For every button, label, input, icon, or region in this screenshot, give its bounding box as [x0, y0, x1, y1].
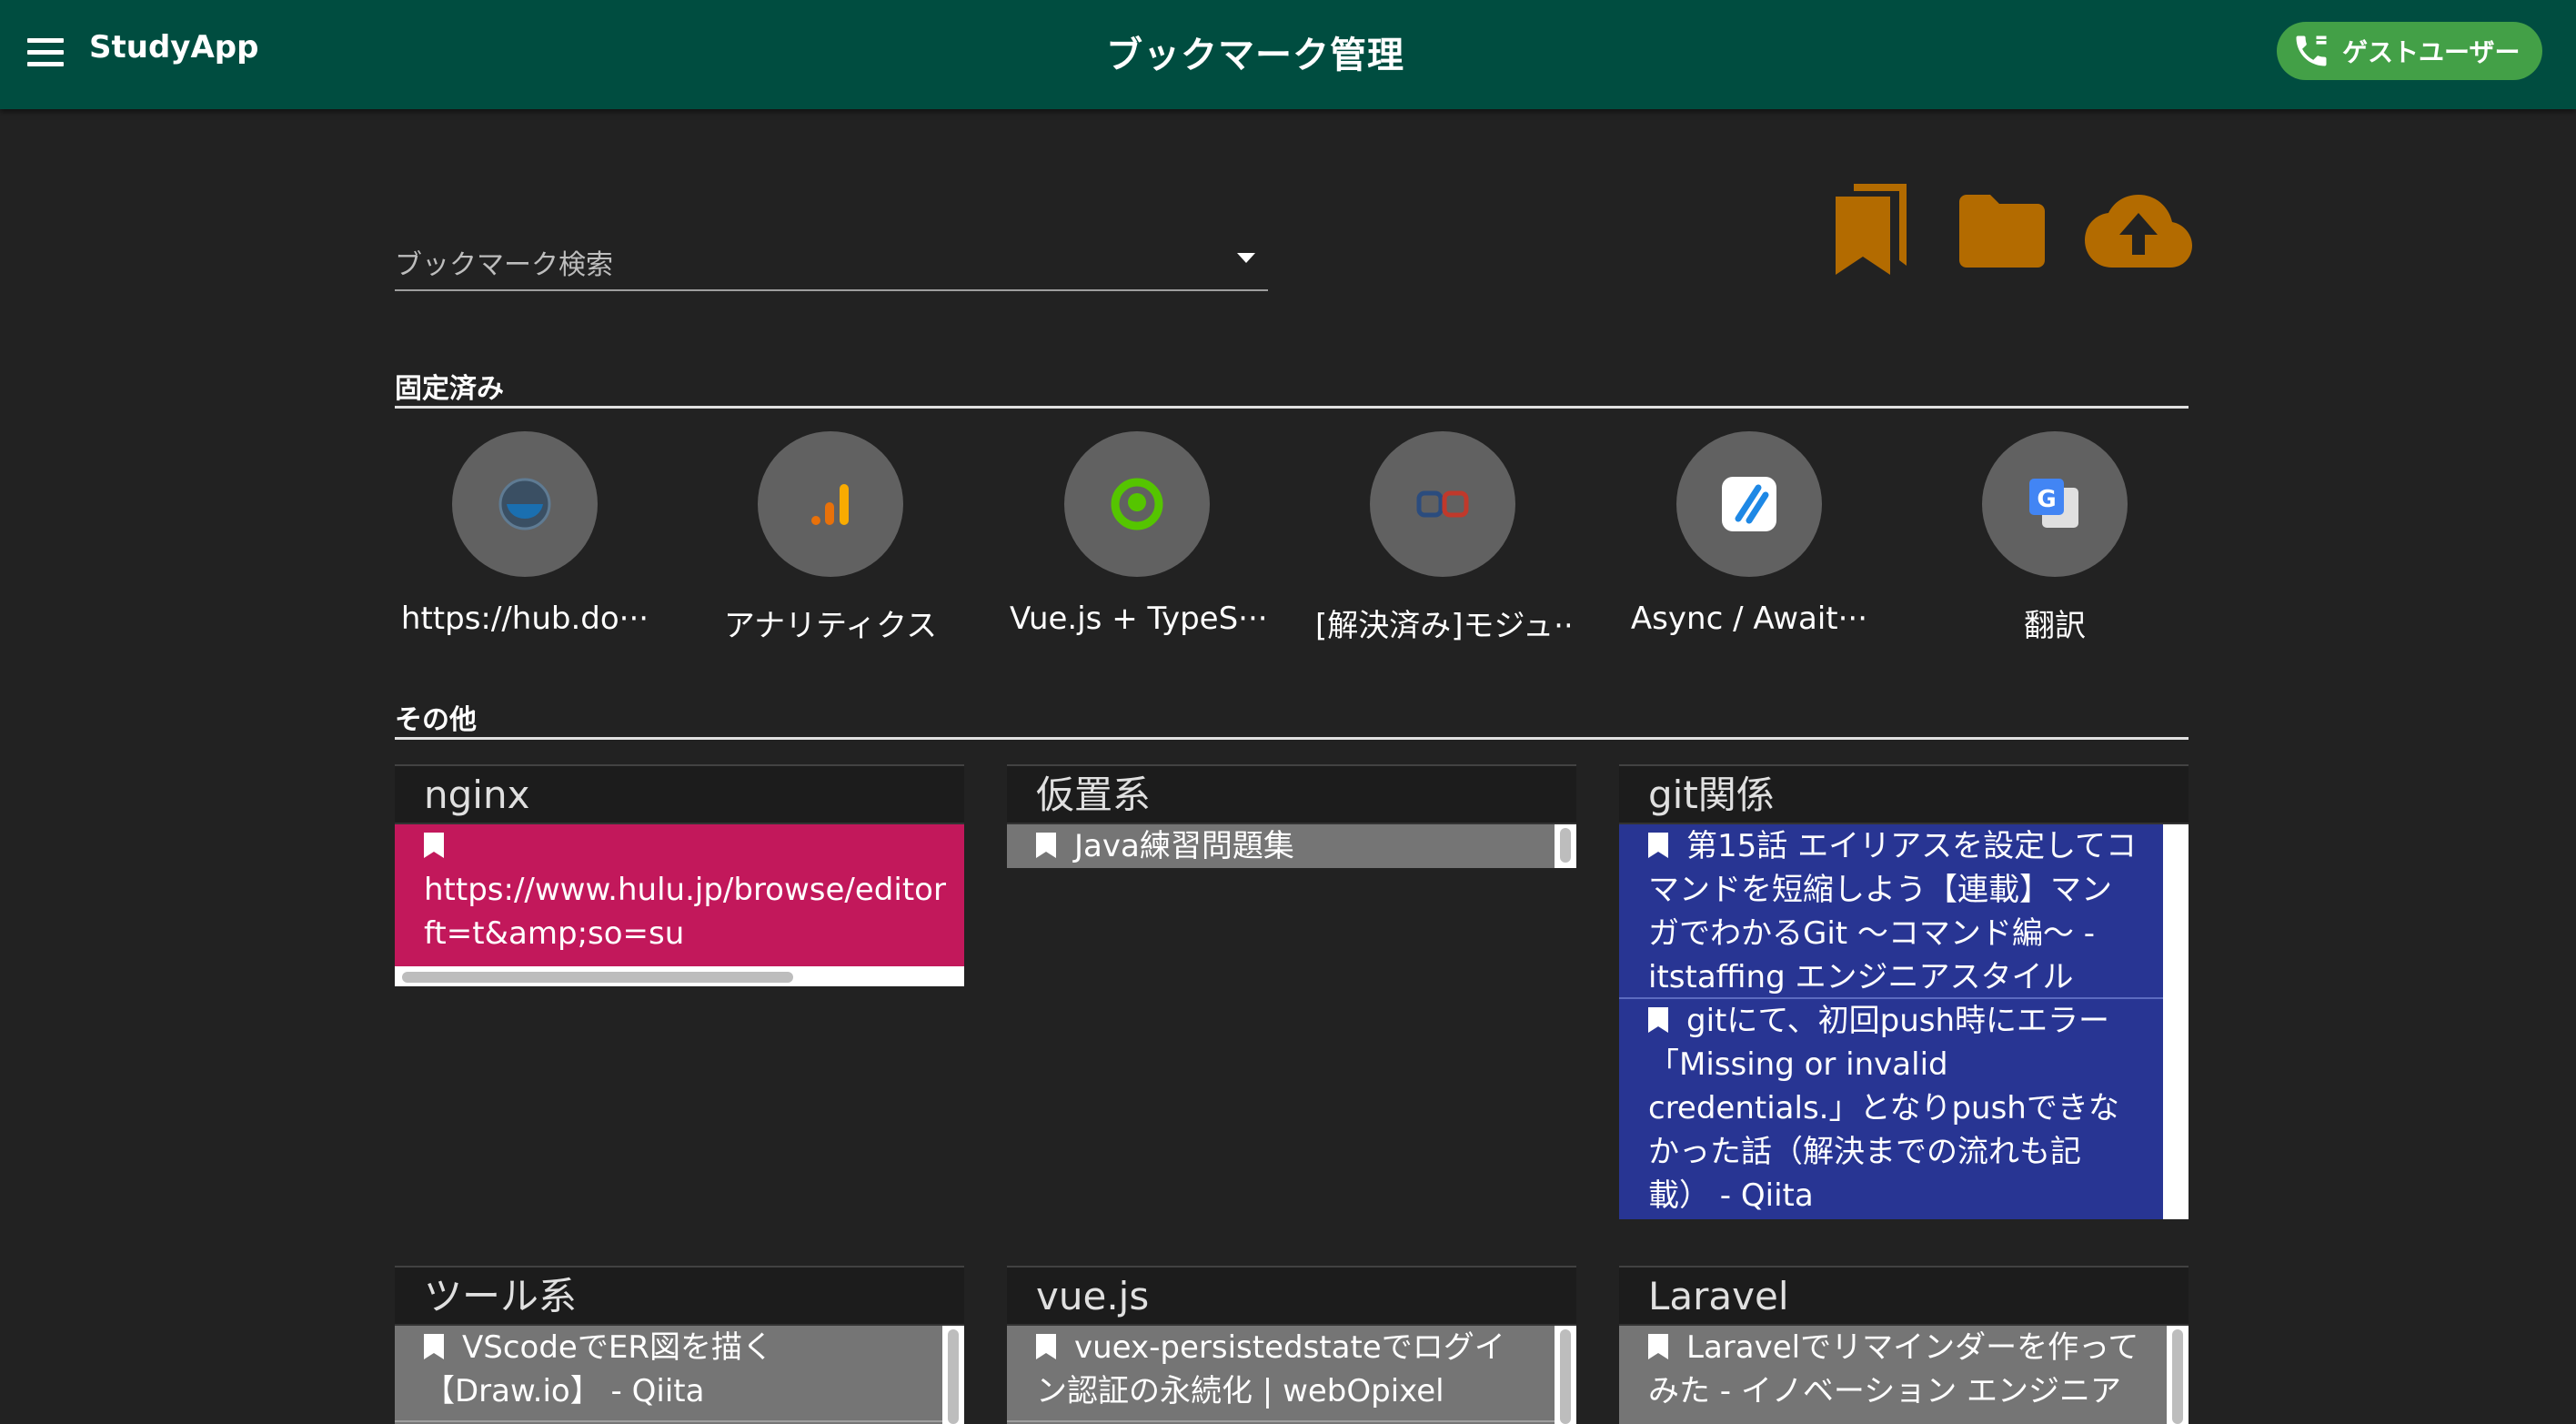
bookmark-title: https://www.hulu.jp/browse/editor ft=t&a… [424, 872, 946, 952]
bookmark-search-label: ブックマーク検索 [395, 249, 613, 281]
bookmark-title: gitにて、初回push時にエラー「Missing or invalid cre… [1648, 1003, 2119, 1214]
pinned-label: Vue.js + TypeS··· [1010, 601, 1264, 637]
docker-icon [498, 478, 551, 530]
pinned-bookmark-3[interactable]: Vue.js + TypeS··· [1010, 431, 1264, 637]
slash-icon [1722, 477, 1776, 531]
bookmark-icon [1036, 833, 1056, 858]
folder-bookmark-list[interactable]: vuex-persistedstateでログイン認証の永続化 | webOpix… [1007, 1324, 1576, 1424]
analytics-icon [811, 484, 849, 525]
bookmark-item[interactable]: https://www.hulu.jp/browse/editor ft=t&a… [395, 824, 964, 966]
app-bar: StudyApp ブックマーク管理 ゲストユーザー [0, 0, 2576, 109]
pinned-section-header: 固定済み [395, 366, 2189, 409]
other-section-header: その他 [395, 697, 2189, 740]
pinned-favicon[interactable] [1370, 431, 1515, 577]
qiita-icon [1111, 478, 1163, 530]
pinned-bookmark-2[interactable]: アナリティクス [703, 431, 958, 645]
folder-git: git関係 第15話 エイリアスを設定してコマンドを短縮しよう【連載】マンガでわ… [1619, 764, 2189, 1219]
vertical-scrollbar[interactable] [1555, 824, 1576, 868]
pinned-favicon[interactable]: G [1982, 431, 2128, 577]
app-title[interactable]: StudyApp [89, 29, 258, 66]
bookmark-title: Laravelでリマインダーを作ってみた - イノベーション エンジニア [1648, 1329, 2139, 1409]
folder-laravel: Laravel Laravelでリマインダーを作ってみた - イノベーション エ… [1619, 1266, 2189, 1424]
folder-tools: ツール系 VScodeでER図を描く【Draw.io】 - Qiita [395, 1266, 964, 1424]
vertical-scrollbar[interactable] [1555, 1326, 1576, 1424]
bookmark-search-select[interactable]: ブックマーク検索 [395, 233, 1268, 291]
pinned-favicon[interactable] [1676, 431, 1822, 577]
folder-title: Laravel [1619, 1266, 2189, 1324]
bookmark-title: 第15話 エイリアスを設定してコマンドを短縮しよう【連載】マンガでわかるGit … [1648, 828, 2138, 995]
folder-title: vue.js [1007, 1266, 1576, 1324]
vertical-scrollbar[interactable] [942, 1326, 964, 1424]
folder-bookmark-list[interactable]: VScodeでER図を描く【Draw.io】 - Qiita [395, 1324, 964, 1424]
dropdown-arrow-icon[interactable] [1237, 253, 1255, 263]
folder-bookmark-list[interactable]: https://www.hulu.jp/browse/editor ft=t&a… [395, 823, 964, 986]
folder-title: nginx [395, 764, 964, 823]
bookmark-title: VScodeでER図を描く【Draw.io】 - Qiita [424, 1329, 773, 1409]
folder-temporary: 仮置系 Java練習問題集 [1007, 764, 1576, 868]
pinned-bookmark-4[interactable]: [解決済み]モジュ··· [1315, 431, 1570, 645]
vertical-scrollbar[interactable] [2167, 1326, 2189, 1424]
bookmark-item[interactable]: Java練習問題集 [1007, 824, 1576, 868]
bookmark-title: Java練習問題集 [1074, 828, 1294, 864]
bookmark-item[interactable]: vuex-persistedstateでログイン認証の永続化 | webOpix… [1007, 1326, 1576, 1422]
bookmark-item[interactable]: VScodeでER図を描く【Draw.io】 - Qiita [395, 1326, 964, 1422]
pinned-label: https://hub.do··· [400, 601, 649, 637]
pinned-bookmark-6[interactable]: G 翻訳 [1927, 431, 2182, 645]
bookmark-icon [1648, 1334, 1668, 1359]
folder-bookmark-list[interactable]: Laravelでリマインダーを作ってみた - イノベーション エンジニア [1619, 1324, 2189, 1424]
other-section-title: その他 [395, 704, 477, 736]
pinned-favicon[interactable] [452, 431, 598, 577]
bookmark-item[interactable]: Laravelでリマインダーを作ってみた - イノベーション エンジニア [1619, 1326, 2189, 1422]
folder-bookmark-list[interactable]: Java練習問題集 [1007, 823, 1576, 868]
phone-icon [2296, 35, 2327, 66]
pinned-label: [解決済み]モジュ··· [1315, 608, 1570, 644]
guest-user-button[interactable]: ゲストユーザー [2277, 22, 2542, 80]
bookmark-icon [1648, 833, 1668, 858]
bookmark-icon [424, 833, 444, 858]
pinned-label: アナリティクス [723, 608, 938, 644]
menu-icon[interactable] [27, 38, 64, 67]
bookmark-icon [1036, 1334, 1056, 1359]
guest-user-label: ゲストユーザー [2342, 37, 2521, 67]
folder-title: ツール系 [395, 1266, 964, 1324]
qa-icon [1416, 490, 1469, 518]
folder-nginx: nginx https://www.hulu.jp/browse/editor … [395, 764, 964, 986]
pinned-label: Async / Await··· [1630, 601, 1868, 637]
bookmark-icon [1648, 1007, 1668, 1033]
page-title: ブックマーク管理 [1106, 35, 1404, 76]
folder-bookmark-list[interactable]: 第15話 エイリアスを設定してコマンドを短縮しよう【連載】マンガでわかるGit … [1619, 823, 2189, 1219]
bookmark-icon [424, 1334, 444, 1359]
pinned-favicon[interactable] [1064, 431, 1210, 577]
google-translate-icon: G [2029, 479, 2078, 528]
folder-vuejs: vue.js vuex-persistedstateでログイン認証の永続化 | … [1007, 1266, 1576, 1424]
bookmark-item[interactable]: 第15話 エイリアスを設定してコマンドを短縮しよう【連載】マンガでわかるGit … [1619, 824, 2189, 999]
pinned-favicon[interactable] [758, 431, 903, 577]
horizontal-scrollbar[interactable] [402, 972, 793, 983]
pinned-bookmark-5[interactable]: Async / Await··· [1622, 431, 1877, 637]
vertical-scrollbar[interactable] [2163, 824, 2189, 1219]
folder-title: git関係 [1619, 764, 2189, 823]
cloud-upload-icon[interactable] [2083, 191, 2194, 269]
bookmarks-icon[interactable] [1832, 182, 1910, 277]
pinned-label: 翻訳 [2024, 608, 2086, 644]
svg-text:G: G [2037, 486, 2056, 513]
bookmark-title: vuex-persistedstateでログイン認証の永続化 | webOpix… [1036, 1329, 1505, 1409]
folder-title: 仮置系 [1007, 764, 1576, 823]
folder-icon[interactable] [1956, 193, 2048, 269]
bookmark-item[interactable]: gitにて、初回push時にエラー「Missing or invalid cre… [1619, 999, 2189, 1217]
pinned-section-title: 固定済み [395, 373, 504, 405]
pinned-bookmark-1[interactable]: https://hub.do··· [397, 431, 652, 637]
